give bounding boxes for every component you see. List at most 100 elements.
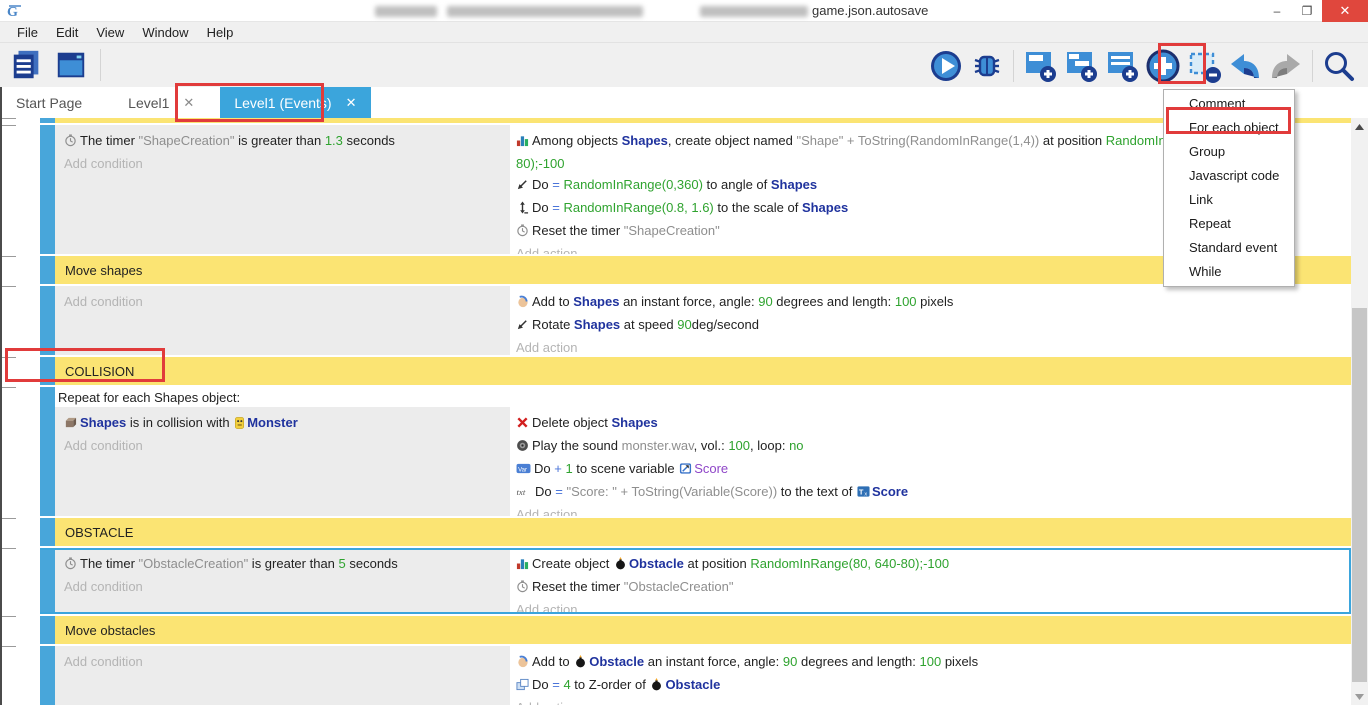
actions-cell[interactable]: Add to Shapes an instant force, angle: 9… <box>510 286 1351 355</box>
add-comment-icon[interactable] <box>1103 47 1141 85</box>
remove-event-icon[interactable] <box>1185 47 1223 85</box>
conditions-cell[interactable]: Add condition <box>55 286 510 355</box>
add-action-link[interactable]: Add action <box>516 599 1261 614</box>
foreach-header[interactable]: Repeat for each Shapes object: <box>55 387 1351 407</box>
event-action[interactable]: Do = 4 to Z-order of Obstacle <box>516 674 1261 697</box>
menu-window[interactable]: Window <box>133 22 197 43</box>
menu-file[interactable]: File <box>8 22 47 43</box>
scroll-down-icon[interactable] <box>1351 688 1368 705</box>
menu-item-while[interactable]: While <box>1164 260 1294 284</box>
comment-content[interactable] <box>55 118 1351 123</box>
scroll-up-icon[interactable] <box>1351 118 1368 135</box>
actions-cell[interactable]: Delete object ShapesPlay the sound monst… <box>510 407 1351 516</box>
add-condition-link[interactable]: Add condition <box>64 153 504 174</box>
add-action-link[interactable]: Add action <box>516 337 1261 355</box>
event-action[interactable]: Add to Obstacle an instant force, angle:… <box>516 651 1261 674</box>
event-row: Add condition Add to Obstacle an instant … <box>2 646 1351 705</box>
event-handle[interactable] <box>40 387 55 516</box>
event-action[interactable]: Reset the timer "ShapeCreation" <box>516 220 1261 243</box>
tab-level1[interactable]: Level1 ✕ <box>114 87 208 118</box>
maximize-button[interactable]: ❐ <box>1292 0 1322 22</box>
text-segment: Shapes <box>612 415 658 430</box>
menu-item-link[interactable]: Link <box>1164 188 1294 212</box>
event-action[interactable]: Delete object Shapes <box>516 412 1261 435</box>
add-condition-link[interactable]: Add condition <box>64 291 504 312</box>
vertical-scrollbar[interactable] <box>1351 118 1368 705</box>
menu-item-javascript-code[interactable]: Javascript code <box>1164 164 1294 188</box>
event-action[interactable]: Among objects Shapes, create object name… <box>516 130 1261 174</box>
menu-item-repeat[interactable]: Repeat <box>1164 212 1294 236</box>
add-action-link[interactable]: Add action <box>516 504 1261 516</box>
event-handle[interactable] <box>40 616 55 644</box>
conditions-cell[interactable]: The timer "ShapeCreation" is greater tha… <box>55 125 510 254</box>
conditions-cell[interactable]: Shapes is in collision with MonsterAdd c… <box>55 407 510 516</box>
scene-editor-icon[interactable] <box>52 46 90 84</box>
event-condition[interactable]: The timer "ShapeCreation" is greater tha… <box>64 130 504 153</box>
tab-level1-events-close-icon[interactable]: ✕ <box>346 95 357 111</box>
event-action[interactable]: txtDo = "Score: " + ToString(Variable(Sc… <box>516 481 1261 504</box>
add-action-link[interactable]: Add action <box>516 697 1261 705</box>
add-subevent-icon[interactable] <box>1062 47 1100 85</box>
event-handle[interactable] <box>40 357 55 385</box>
conditions-cell[interactable]: The timer "ObstacleCreation" is greater … <box>55 548 510 614</box>
text-segment: Score <box>694 461 728 476</box>
tab-level1-close-icon[interactable]: ✕ <box>183 95 194 111</box>
event-action[interactable]: Create object Obstacle at position Rando… <box>516 553 1261 576</box>
menu-item-for-each-object[interactable]: For each object <box>1164 116 1294 140</box>
tab-level1-events[interactable]: Level1 (Events) ✕ <box>220 87 370 118</box>
minimize-button[interactable]: – <box>1262 0 1292 22</box>
menu-view[interactable]: View <box>87 22 133 43</box>
event-handle[interactable] <box>40 125 55 254</box>
undo-icon[interactable] <box>1226 47 1264 85</box>
text-segment: Monster <box>247 415 298 430</box>
comment-content[interactable]: OBSTACLE <box>55 518 1351 546</box>
text-segment: Play the sound <box>532 438 622 453</box>
debug-icon[interactable] <box>968 47 1006 85</box>
project-manager-icon[interactable] <box>8 46 46 84</box>
add-condition-link[interactable]: Add condition <box>64 576 504 597</box>
menu-item-standard-event[interactable]: Standard event <box>1164 236 1294 260</box>
event-handle[interactable] <box>40 518 55 546</box>
comment-content[interactable]: Move shapes <box>55 256 1351 284</box>
redo-icon[interactable] <box>1267 47 1305 85</box>
add-event-icon[interactable] <box>1021 47 1059 85</box>
menu-item-comment[interactable]: Comment <box>1164 92 1294 116</box>
event-handle[interactable] <box>40 548 55 614</box>
close-button[interactable]: ✕ <box>1322 0 1368 22</box>
comment-content[interactable]: Move obstacles <box>55 616 1351 644</box>
tab-start-page[interactable]: Start Page <box>2 87 96 118</box>
text-segment: Obstacle <box>665 677 720 692</box>
svg-text:Var: Var <box>518 467 527 473</box>
conditions-cell[interactable]: Add condition <box>55 646 510 705</box>
add-other-event-icon[interactable] <box>1144 47 1182 85</box>
add-action-link[interactable]: Add action <box>516 243 1261 254</box>
event-action[interactable]: Do = RandomInRange(0,360) to angle of Sh… <box>516 174 1261 197</box>
menu-edit[interactable]: Edit <box>47 22 87 43</box>
add-condition-link[interactable]: Add condition <box>64 435 504 456</box>
text-segment: Create object <box>532 556 613 571</box>
menu-help[interactable]: Help <box>198 22 243 43</box>
search-icon[interactable] <box>1320 47 1358 85</box>
event-action[interactable]: Reset the timer "ObstacleCreation" <box>516 576 1261 599</box>
add-condition-link[interactable]: Add condition <box>64 651 504 672</box>
event-action[interactable]: Do = RandomInRange(0.8, 1.6) to the scal… <box>516 197 1261 220</box>
svg-text:txt: txt <box>516 487 525 497</box>
event-handle[interactable] <box>40 286 55 355</box>
actions-cell[interactable]: Create object Obstacle at position Rando… <box>510 548 1351 614</box>
actions-cell[interactable]: Add to Obstacle an instant force, angle:… <box>510 646 1351 705</box>
event-action[interactable]: Add to Shapes an instant force, angle: 9… <box>516 291 1261 314</box>
event-action[interactable]: Play the sound monster.wav, vol.: 100, l… <box>516 435 1261 458</box>
event-condition[interactable]: Shapes is in collision with Monster <box>64 412 504 435</box>
menu-item-group[interactable]: Group <box>1164 140 1294 164</box>
event-handle[interactable] <box>40 646 55 705</box>
text-segment: 90 <box>758 294 772 309</box>
scrollbar-thumb[interactable] <box>1352 308 1367 682</box>
event-action[interactable]: VarDo + 1 to scene variable Score <box>516 458 1261 481</box>
event-condition[interactable]: The timer "ObstacleCreation" is greater … <box>64 553 504 576</box>
event-action[interactable]: Rotate Shapes at speed 90deg/second <box>516 314 1261 337</box>
event-handle[interactable] <box>40 256 55 284</box>
text-segment: 100 <box>895 294 917 309</box>
play-icon[interactable] <box>927 47 965 85</box>
event-handle[interactable] <box>40 118 55 123</box>
comment-content[interactable]: COLLISION <box>55 357 1351 385</box>
